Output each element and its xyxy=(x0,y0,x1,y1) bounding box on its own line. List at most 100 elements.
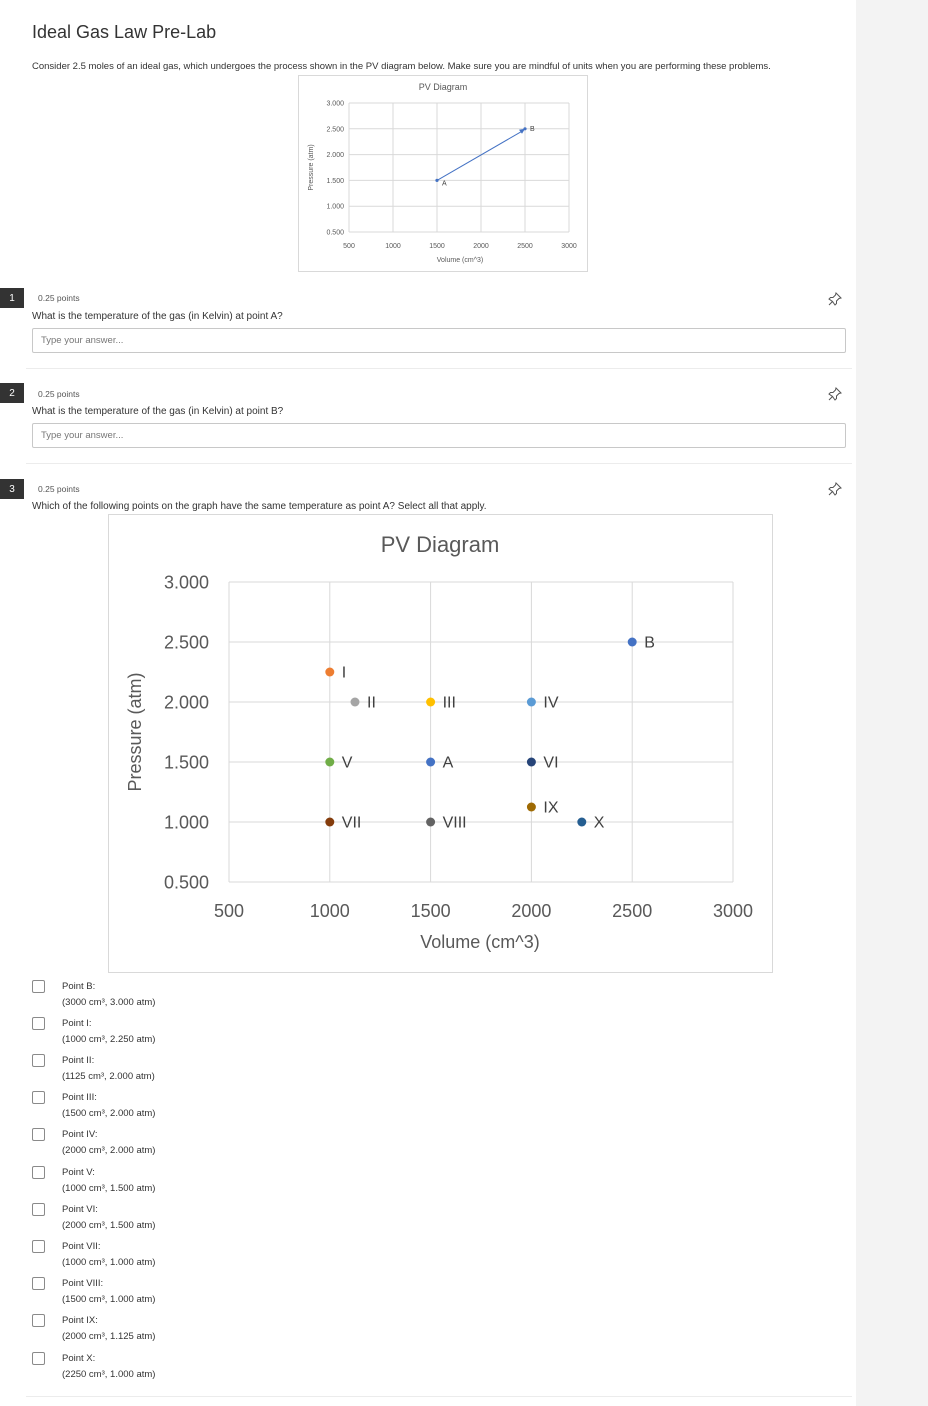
data-point xyxy=(426,817,436,827)
x-tick-label: 2500 xyxy=(612,901,652,921)
option-point-viii[interactable]: Point VIII: (1500 cm³, 1.000 atm) xyxy=(32,1277,332,1313)
option-point-vi[interactable]: Point VI: (2000 cm³, 1.500 atm) xyxy=(32,1203,332,1239)
prelab-page: Ideal Gas Law Pre-Lab Consider 2.5 moles… xyxy=(0,0,856,1406)
option-point-i[interactable]: Point I: (1000 cm³, 2.250 atm) xyxy=(32,1017,332,1053)
pin-icon[interactable] xyxy=(828,482,842,496)
data-point xyxy=(526,697,536,707)
question-1-answer-input[interactable] xyxy=(32,328,846,353)
option-coords: (2000 cm³, 2.000 atm) xyxy=(62,1145,156,1156)
data-label: B xyxy=(530,126,535,133)
option-point-b[interactable]: Point B: (3000 cm³, 3.000 atm) xyxy=(32,980,332,1016)
checkbox-icon[interactable] xyxy=(32,1054,45,1067)
data-label: VI xyxy=(543,755,558,772)
chart-title: PV Diagram xyxy=(381,532,500,557)
option-coords: (1125 cm³, 2.000 atm) xyxy=(62,1071,155,1082)
question-2-number: 2 xyxy=(0,383,24,403)
checkbox-icon[interactable] xyxy=(32,1128,45,1141)
checkbox-icon[interactable] xyxy=(32,1314,45,1327)
data-label: A xyxy=(442,180,447,187)
data-label: VII xyxy=(342,815,362,832)
pin-icon[interactable] xyxy=(828,292,842,306)
data-label: IV xyxy=(543,695,558,712)
option-coords: (2000 cm³, 1.500 atm) xyxy=(62,1220,156,1231)
data-point xyxy=(325,817,335,827)
option-coords: (1500 cm³, 1.000 atm) xyxy=(62,1294,156,1305)
option-label: Point X: xyxy=(62,1353,96,1364)
data-label: III xyxy=(443,695,456,712)
option-coords: (1500 cm³, 2.000 atm) xyxy=(62,1108,156,1119)
y-axis-label: Pressure (atm) xyxy=(308,144,315,190)
question-1-number: 1 xyxy=(0,288,24,308)
process-line-a-to-b xyxy=(436,131,522,181)
question-1-points: 0.25 points xyxy=(38,293,80,303)
pin-icon[interactable] xyxy=(828,387,842,401)
pv-diagram-small-svg: PV Diagram 0.500 1.000 1.500 2.000 2.500 3.000… xyxy=(308,82,577,264)
question-2-points: 0.25 points xyxy=(38,389,80,399)
y-tick-label: 1.500 xyxy=(326,178,344,185)
data-label: II xyxy=(367,695,376,712)
option-point-ix[interactable]: Point IX: (2000 cm³, 1.125 atm) xyxy=(32,1314,332,1350)
option-coords: (1000 cm³, 1.000 atm) xyxy=(62,1257,156,1268)
option-label: Point VII: xyxy=(62,1241,101,1252)
question-2-text: What is the temperature of the gas (in K… xyxy=(32,406,284,417)
option-point-v[interactable]: Point V: (1000 cm³, 1.500 atm) xyxy=(32,1166,332,1202)
data-point xyxy=(325,667,335,677)
data-point xyxy=(426,757,436,767)
x-tick-label: 500 xyxy=(343,243,355,250)
checkbox-icon[interactable] xyxy=(32,1240,45,1253)
option-coords: (1000 cm³, 2.250 atm) xyxy=(62,1034,156,1045)
x-tick-label: 1500 xyxy=(429,243,445,250)
option-label: Point V: xyxy=(62,1167,95,1178)
checkbox-icon[interactable] xyxy=(32,1352,45,1365)
data-label: VIII xyxy=(443,815,467,832)
checkbox-icon[interactable] xyxy=(32,1166,45,1179)
x-axis-label: Volume (cm^3) xyxy=(420,932,539,952)
checkbox-icon[interactable] xyxy=(32,1017,45,1030)
x-tick-label: 1000 xyxy=(385,243,401,250)
option-point-ii[interactable]: Point II: (1125 cm³, 2.000 atm) xyxy=(32,1054,332,1090)
x-tick-label: 1500 xyxy=(411,901,451,921)
chart-title: PV Diagram xyxy=(419,82,468,92)
x-tick-label: 3000 xyxy=(561,243,577,250)
question-3-points: 0.25 points xyxy=(38,484,80,494)
option-label: Point B: xyxy=(62,981,96,992)
checkbox-icon[interactable] xyxy=(32,1203,45,1216)
option-point-x[interactable]: Point X: (2250 cm³, 1.000 atm) xyxy=(32,1352,332,1388)
data-point xyxy=(627,637,637,647)
option-point-vii[interactable]: Point VII: (1000 cm³, 1.000 atm) xyxy=(32,1240,332,1276)
option-label: Point III: xyxy=(62,1092,97,1103)
option-label: Point VIII: xyxy=(62,1278,104,1289)
checkbox-icon[interactable] xyxy=(32,1277,45,1290)
data-point xyxy=(526,802,536,812)
x-axis-label: Volume (cm^3) xyxy=(437,257,483,264)
pv-diagram-large: PV Diagram 0.500 1.000 1.500 2.000 2.500 3.000… xyxy=(108,514,773,973)
checkbox-icon[interactable] xyxy=(32,1091,45,1104)
option-point-iv[interactable]: Point IV: (2000 cm³, 2.000 atm) xyxy=(32,1128,332,1164)
y-tick-label: 2.500 xyxy=(164,632,209,652)
checkbox-icon[interactable] xyxy=(32,980,45,993)
y-tick-label: 0.500 xyxy=(164,872,209,892)
pv-diagram-large-svg: PV Diagram 0.500 1.000 1.500 2.000 2.500 3.000… xyxy=(125,532,753,952)
pv-diagram-small: PV Diagram 0.500 1.000 1.500 2.000 2.500 3.000… xyxy=(298,75,588,272)
y-tick-label: 3.000 xyxy=(164,572,209,592)
option-coords: (2250 cm³, 1.000 atm) xyxy=(62,1369,156,1380)
question-2-answer-input[interactable] xyxy=(32,423,846,448)
question-3-text: Which of the following points on the gra… xyxy=(32,501,487,512)
x-tick-label: 2000 xyxy=(511,901,551,921)
option-label: Point II: xyxy=(62,1055,95,1066)
data-label: B xyxy=(644,635,655,652)
y-axis-label: Pressure (atm) xyxy=(125,672,145,791)
option-point-iii[interactable]: Point III: (1500 cm³, 2.000 atm) xyxy=(32,1091,332,1127)
option-coords: (2000 cm³, 1.125 atm) xyxy=(62,1331,156,1342)
y-tick-label: 1.000 xyxy=(326,204,344,211)
data-point xyxy=(577,817,587,827)
question-1-text: What is the temperature of the gas (in K… xyxy=(32,311,283,322)
option-label: Point VI: xyxy=(62,1204,98,1215)
x-tick-label: 2500 xyxy=(517,243,533,250)
y-tick-label: 1.000 xyxy=(164,812,209,832)
data-label: V xyxy=(342,755,353,772)
page-bottom-divider xyxy=(26,1396,852,1397)
page-title: Ideal Gas Law Pre-Lab xyxy=(32,22,217,42)
y-tick-label: 3.000 xyxy=(326,100,344,107)
data-point xyxy=(526,757,536,767)
